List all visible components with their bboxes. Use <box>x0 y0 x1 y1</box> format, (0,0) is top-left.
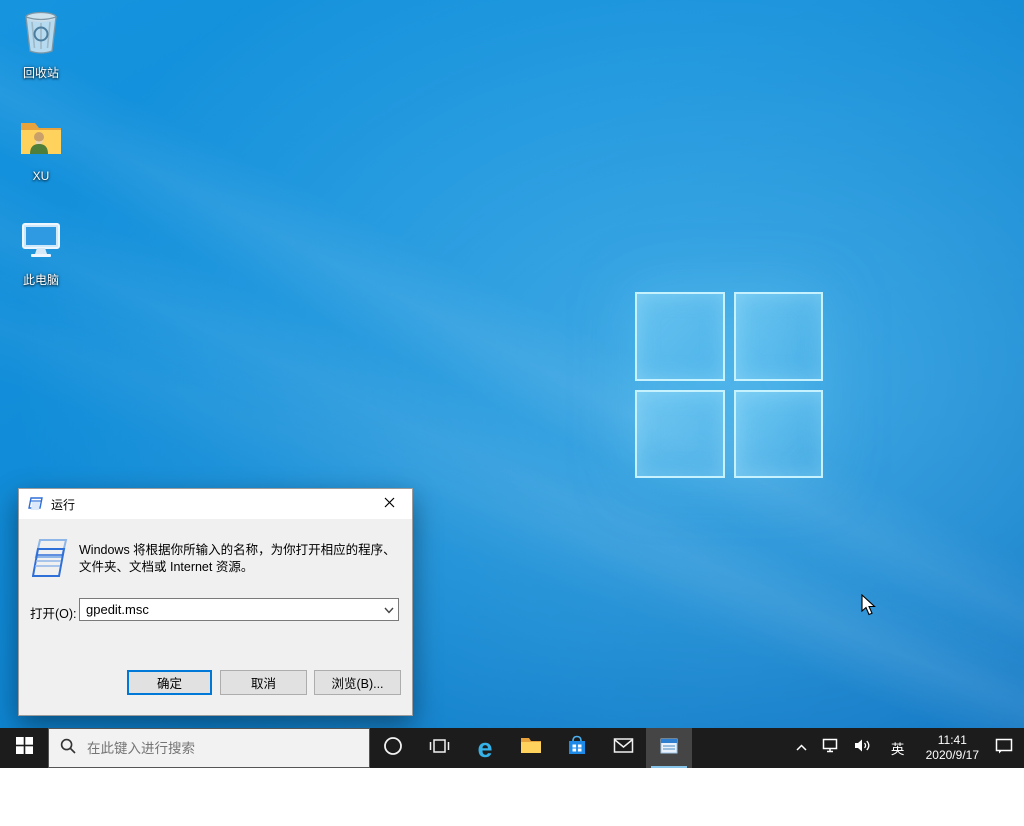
search-icon <box>60 738 76 759</box>
windows-logo-pane <box>733 389 823 478</box>
file-explorer-button[interactable] <box>508 728 554 768</box>
network-button[interactable] <box>815 728 847 768</box>
description-line-2: 文件夹、文档或 Internet 资源。 <box>79 560 254 574</box>
close-button[interactable] <box>367 489 412 519</box>
tray-time: 11:41 <box>937 733 967 747</box>
chevron-up-icon <box>795 739 808 757</box>
action-center-button[interactable] <box>988 728 1020 768</box>
close-icon <box>384 495 395 513</box>
run-dialog-titlebar: 运行 <box>19 489 412 519</box>
tray-overflow-button[interactable] <box>788 728 815 768</box>
taskbar-app-run-active[interactable] <box>646 728 692 768</box>
file-explorer-icon <box>520 736 542 760</box>
taskbar-search[interactable] <box>48 728 370 768</box>
start-button[interactable] <box>0 728 48 768</box>
taskbar: e <box>0 728 1024 768</box>
run-dialog: 运行 Windows 将根据你所输入的名称，为你打开相应的程序、 文件夹、文档或… <box>18 488 413 716</box>
edge-icon: e <box>477 732 493 763</box>
desktop-icon-recycle-bin[interactable]: 回收站 <box>8 8 74 81</box>
run-dialog-description: Windows 将根据你所输入的名称，为你打开相应的程序、 文件夹、文档或 In… <box>79 542 396 576</box>
description-line-1: Windows 将根据你所输入的名称，为你打开相应的程序、 <box>79 543 396 557</box>
desktop-icon-user-folder[interactable]: XU <box>8 113 74 183</box>
desktop-icons: 回收站 XU 此电脑 <box>8 8 74 288</box>
desktop-icon-label: 回收站 <box>22 66 59 80</box>
desktop-icon-label: XU <box>32 169 50 183</box>
system-tray: 英 11:41 2020/9/17 <box>788 728 1024 768</box>
mail-button[interactable] <box>600 728 646 768</box>
this-pc-icon <box>17 215 65 268</box>
wallpaper-windows-logo <box>635 292 823 478</box>
task-view-icon <box>429 737 450 760</box>
open-field-label: 打开(O): <box>30 607 77 621</box>
network-icon <box>822 738 840 758</box>
store-button[interactable] <box>554 728 600 768</box>
edge-button[interactable]: e <box>462 728 508 768</box>
windows-logo-pane <box>733 292 823 381</box>
run-dialog-icon <box>28 496 44 512</box>
mail-icon <box>613 737 634 759</box>
task-view-button[interactable] <box>416 728 462 768</box>
windows-logo-pane <box>635 389 725 478</box>
ok-button[interactable]: 确定 <box>127 670 212 695</box>
desktop-icon-this-pc[interactable]: 此电脑 <box>8 215 74 288</box>
tray-date: 2020/9/17 <box>925 748 979 762</box>
store-icon <box>567 735 587 761</box>
recycle-bin-icon <box>17 8 65 61</box>
cortana-button[interactable] <box>370 728 416 768</box>
run-dialog-title: 运行 <box>51 497 76 512</box>
combobox-dropdown-button[interactable] <box>379 599 398 620</box>
mmc-window-icon <box>659 737 679 760</box>
open-combobox[interactable] <box>79 598 399 621</box>
windows-logo-pane <box>635 292 725 381</box>
chevron-down-icon <box>384 601 394 619</box>
action-center-icon <box>995 738 1013 759</box>
run-command-input[interactable] <box>80 599 379 620</box>
user-folder-icon <box>17 113 65 166</box>
ime-indicator[interactable]: 英 <box>879 728 917 768</box>
windows-logo-icon <box>15 737 33 759</box>
search-input[interactable] <box>85 739 358 757</box>
run-program-icon <box>31 537 70 579</box>
browse-button[interactable]: 浏览(B)... <box>314 670 401 695</box>
cortana-icon <box>383 736 403 761</box>
cancel-button[interactable]: 取消 <box>220 670 307 695</box>
desktop-icon-label: 此电脑 <box>22 273 59 287</box>
tray-clock[interactable]: 11:41 2020/9/17 <box>917 728 988 768</box>
volume-button[interactable] <box>847 728 879 768</box>
volume-icon <box>854 738 872 758</box>
